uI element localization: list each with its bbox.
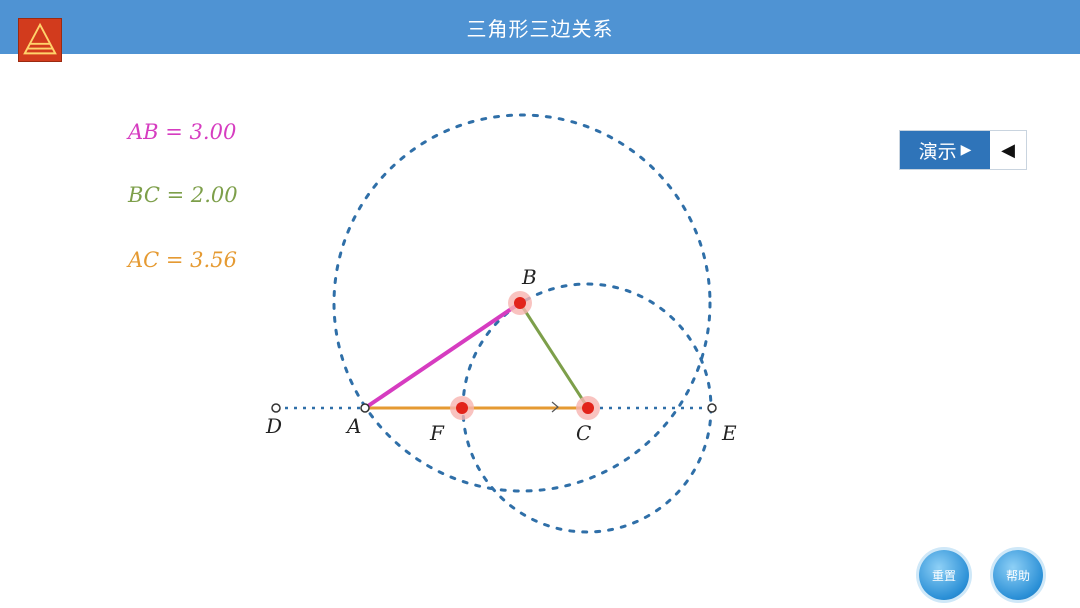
label-d: D [265, 414, 282, 438]
point-f-handle[interactable] [450, 396, 474, 420]
reset-label: 重置 [931, 568, 956, 583]
label-c: C [576, 421, 591, 445]
point-e [707, 403, 717, 413]
geometry-canvas: B D A F C E [265, 113, 737, 534]
segment-bc [518, 302, 590, 409]
point-c-handle[interactable] [576, 396, 600, 420]
label-a: A [345, 414, 361, 438]
point-b-handle[interactable] [508, 291, 532, 315]
title-bar: 三角形三边关系 [0, 0, 1080, 54]
help-button[interactable]: 帮助 [993, 550, 1043, 600]
point-d [271, 403, 281, 413]
app-title: 三角形三边关系 [466, 16, 614, 41]
segment-ab [363, 301, 522, 410]
label-f: F [429, 421, 445, 445]
help-label: 帮助 [1005, 568, 1030, 583]
reset-button[interactable]: 重置 [919, 550, 969, 600]
point-a [360, 403, 370, 413]
label-b: B [521, 265, 537, 289]
label-e: E [721, 421, 737, 445]
